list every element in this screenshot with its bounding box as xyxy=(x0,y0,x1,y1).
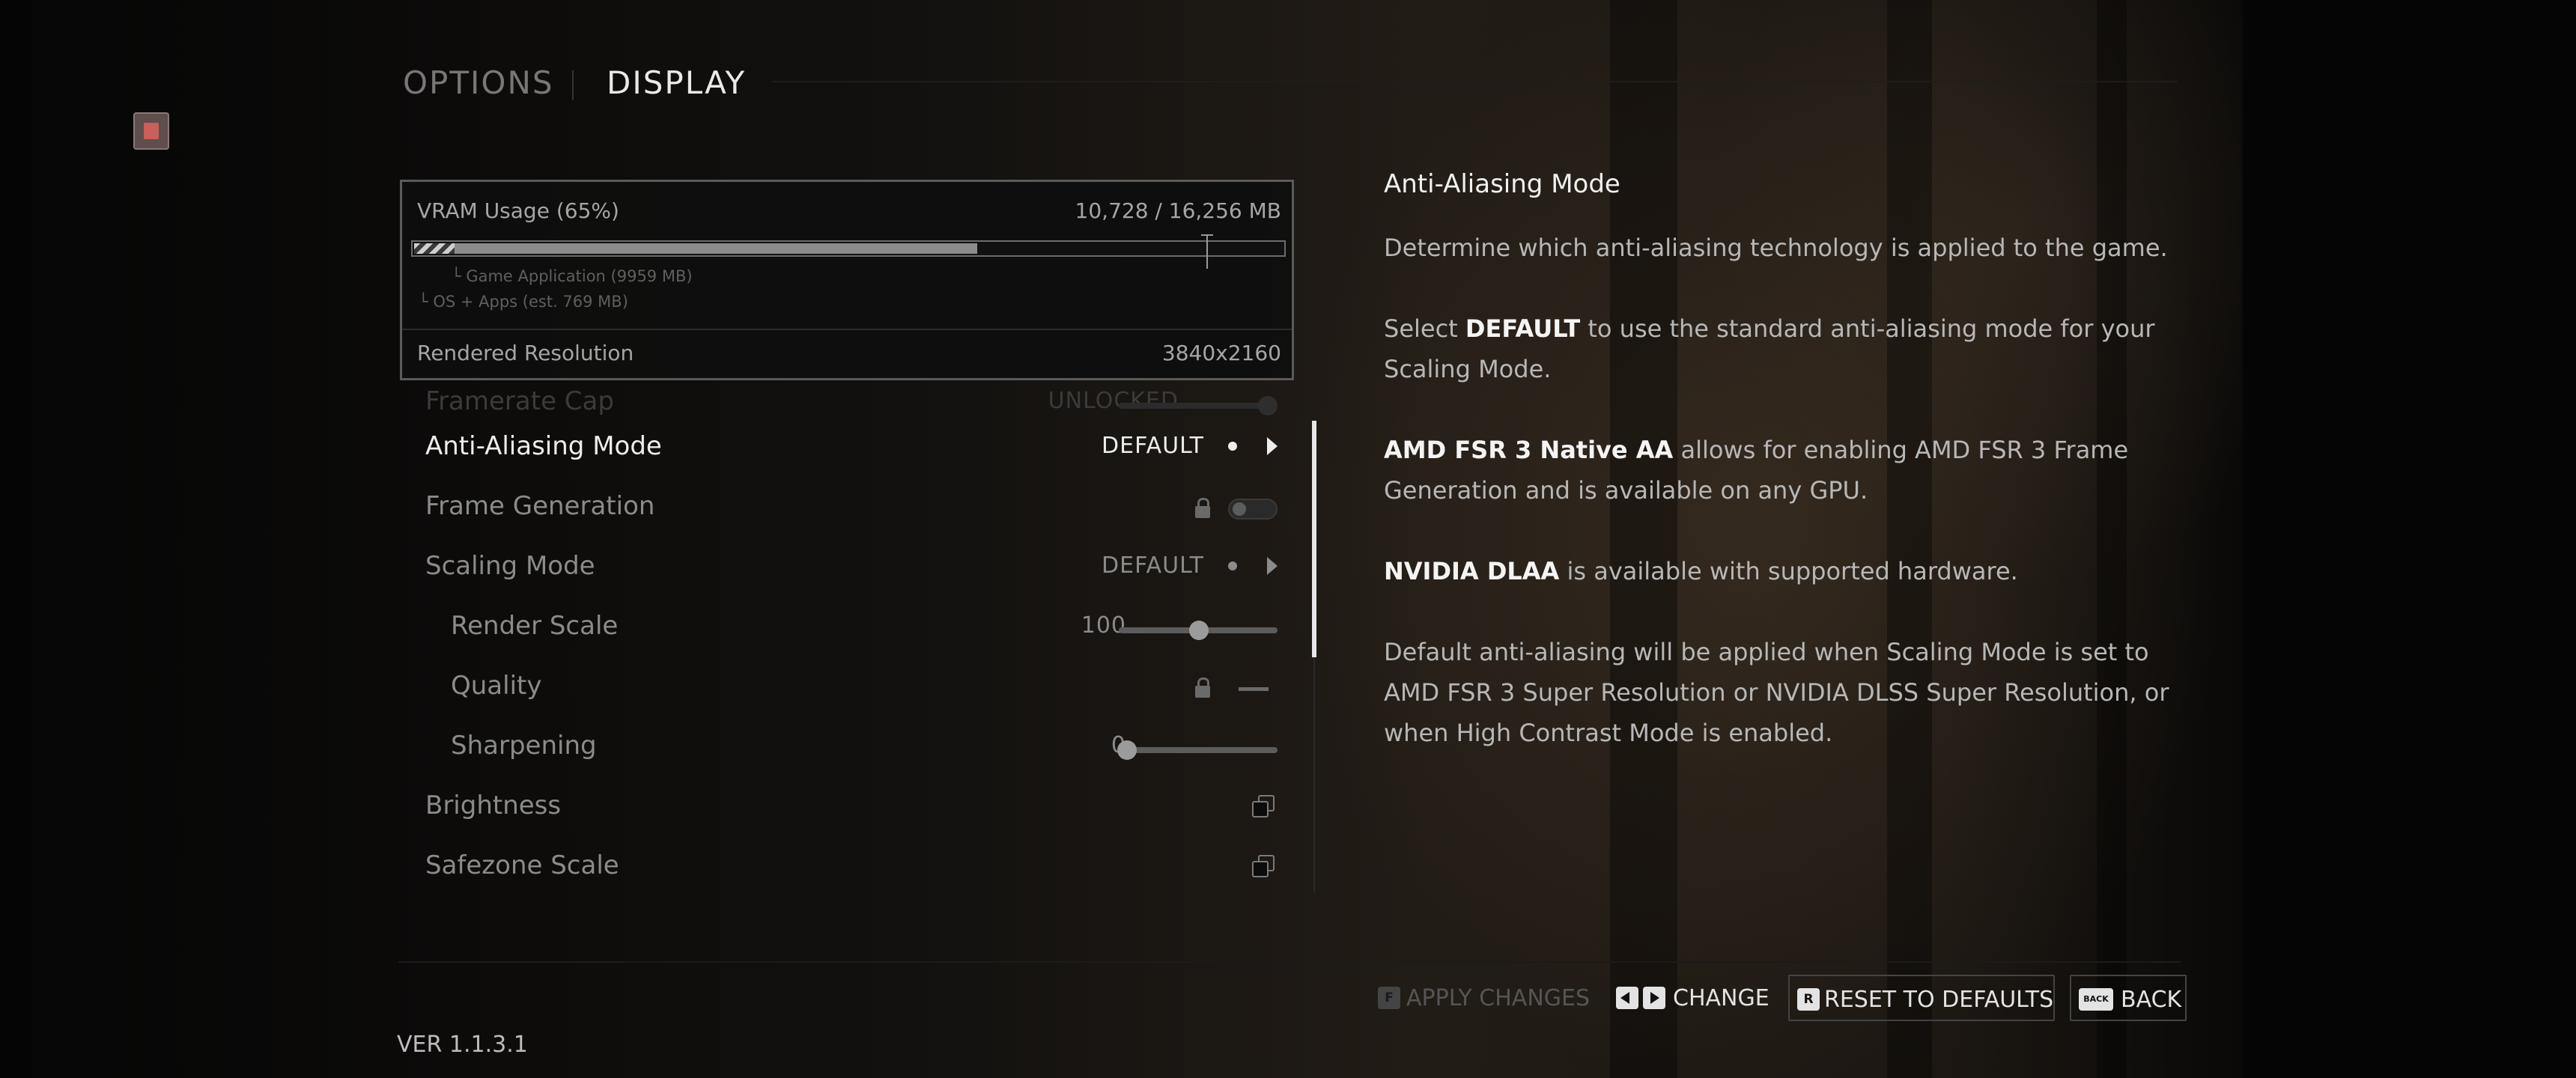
app-logo-icon xyxy=(133,112,169,150)
setting-label: Brightness xyxy=(425,791,562,820)
description-paragraph: Default anti-aliasing will be applied wh… xyxy=(1384,638,2169,747)
key-back-icon: BACK xyxy=(2079,988,2113,1011)
setting-row-sharpening[interactable]: Sharpening 0 xyxy=(400,716,1298,776)
reset-to-defaults-label: RESET TO DEFAULTS xyxy=(1824,987,2054,1013)
setting-value: UNLOCKED xyxy=(1048,388,1179,414)
description-paragraph: Select DEFAULT to use the standard anti-… xyxy=(1384,314,2155,383)
description-paragraph: NVIDIA DLAA is available with supported … xyxy=(1384,557,2018,585)
rendered-resolution-value: 3840x2160 xyxy=(1161,341,1281,365)
description-paragraph: Determine which anti-aliasing technology… xyxy=(1384,234,2168,262)
frame-generation-toggle[interactable] xyxy=(1228,499,1278,520)
vram-game-application: └ Game Application (9959 MB) xyxy=(452,267,693,285)
setting-row-frame-generation[interactable]: Frame Generation xyxy=(400,476,1298,536)
apply-changes-label: APPLY CHANGES xyxy=(1406,985,1591,1011)
change-label: CHANGE xyxy=(1673,985,1770,1011)
setting-row-brightness[interactable]: Brightness xyxy=(400,776,1298,835)
vram-bar-game-segment xyxy=(455,243,977,254)
vram-bar-os-segment xyxy=(414,243,455,254)
dash-icon xyxy=(1239,687,1269,691)
setting-row-scaling-mode[interactable]: Scaling Mode DEFAULT xyxy=(400,536,1298,596)
left-arrow-key-icon xyxy=(1616,987,1638,1009)
right-arrow-key-icon xyxy=(1643,987,1665,1009)
description-panel: Anti-Aliasing Mode Determine which anti-… xyxy=(1384,169,2193,794)
vram-title: VRAM Usage (65%) xyxy=(417,198,619,223)
setting-label: Scaling Mode xyxy=(425,551,595,581)
footer-divider xyxy=(398,961,2181,963)
slider-track[interactable] xyxy=(1119,747,1278,753)
setting-row-quality[interactable]: Quality xyxy=(400,656,1298,716)
copy-icon[interactable] xyxy=(1252,795,1275,817)
description-heading: Anti-Aliasing Mode xyxy=(1384,169,1620,199)
triangle-right-icon[interactable] xyxy=(1267,557,1278,575)
setting-row-anti-aliasing-mode[interactable]: Anti-Aliasing Mode DEFAULT xyxy=(400,416,1298,476)
header-divider xyxy=(771,81,2178,82)
right-letterbox xyxy=(2243,0,2576,1078)
vram-usage-bar xyxy=(411,234,1286,269)
vram-os-apps: └ OS + Apps (est. 769 MB) xyxy=(419,293,628,311)
vram-divider xyxy=(402,329,1292,330)
apply-changes-button[interactable]: F APPLY CHANGES xyxy=(1378,975,1591,1021)
setting-label: Frame Generation xyxy=(425,491,655,521)
key-f-icon: F xyxy=(1378,987,1400,1009)
dot-icon xyxy=(1228,561,1237,570)
description-paragraph: AMD FSR 3 Native AA allows for enabling … xyxy=(1384,436,2129,505)
tab-separator xyxy=(572,70,574,100)
setting-value: DEFAULT xyxy=(1102,433,1204,459)
list-scroll-indicator[interactable] xyxy=(1312,421,1316,657)
page-header: OPTIONS DISPLAY xyxy=(403,64,2178,109)
setting-label: Anti-Aliasing Mode xyxy=(425,431,662,461)
back-label: BACK xyxy=(2121,987,2182,1013)
setting-label: Render Scale xyxy=(451,611,619,641)
setting-row-render-scale[interactable]: Render Scale 100 xyxy=(400,596,1298,656)
slider-knob[interactable] xyxy=(1258,396,1278,415)
tab-display[interactable]: DISPLAY xyxy=(607,64,746,101)
slider-knob[interactable] xyxy=(1117,740,1137,760)
change-button[interactable]: CHANGE xyxy=(1616,975,1770,1021)
reset-to-defaults-button[interactable]: R RESET TO DEFAULTS xyxy=(1788,975,2055,1021)
key-r-icon: R xyxy=(1797,988,1820,1011)
setting-label: Safezone Scale xyxy=(425,850,619,880)
slider-track[interactable] xyxy=(1119,403,1272,409)
tab-options[interactable]: OPTIONS xyxy=(403,64,554,101)
setting-value: 100 xyxy=(1081,612,1126,639)
version-label: VER 1.1.3.1 xyxy=(397,1032,528,1058)
setting-value: DEFAULT xyxy=(1102,552,1204,579)
settings-list: Framerate Cap UNLOCKED Anti-Aliasing Mod… xyxy=(400,371,1298,910)
back-button[interactable]: BACK BACK xyxy=(2070,975,2187,1021)
slider-knob[interactable] xyxy=(1189,621,1209,640)
copy-icon[interactable] xyxy=(1252,855,1275,877)
dot-icon xyxy=(1228,442,1237,451)
triangle-right-icon[interactable] xyxy=(1267,437,1278,455)
lock-icon xyxy=(1195,498,1210,518)
setting-label: Sharpening xyxy=(451,731,597,761)
setting-row-safezone-scale[interactable]: Safezone Scale xyxy=(400,835,1298,895)
setting-label: Framerate Cap xyxy=(425,386,614,416)
vram-value: 10,728 / 16,256 MB xyxy=(1075,198,1281,223)
vram-usage-panel: VRAM Usage (65%) 10,728 / 16,256 MB └ Ga… xyxy=(400,180,1294,380)
vram-bar-limit-marker xyxy=(1201,234,1213,269)
lock-icon xyxy=(1195,677,1210,698)
rendered-resolution-label: Rendered Resolution xyxy=(417,341,634,365)
setting-label: Quality xyxy=(451,671,542,701)
